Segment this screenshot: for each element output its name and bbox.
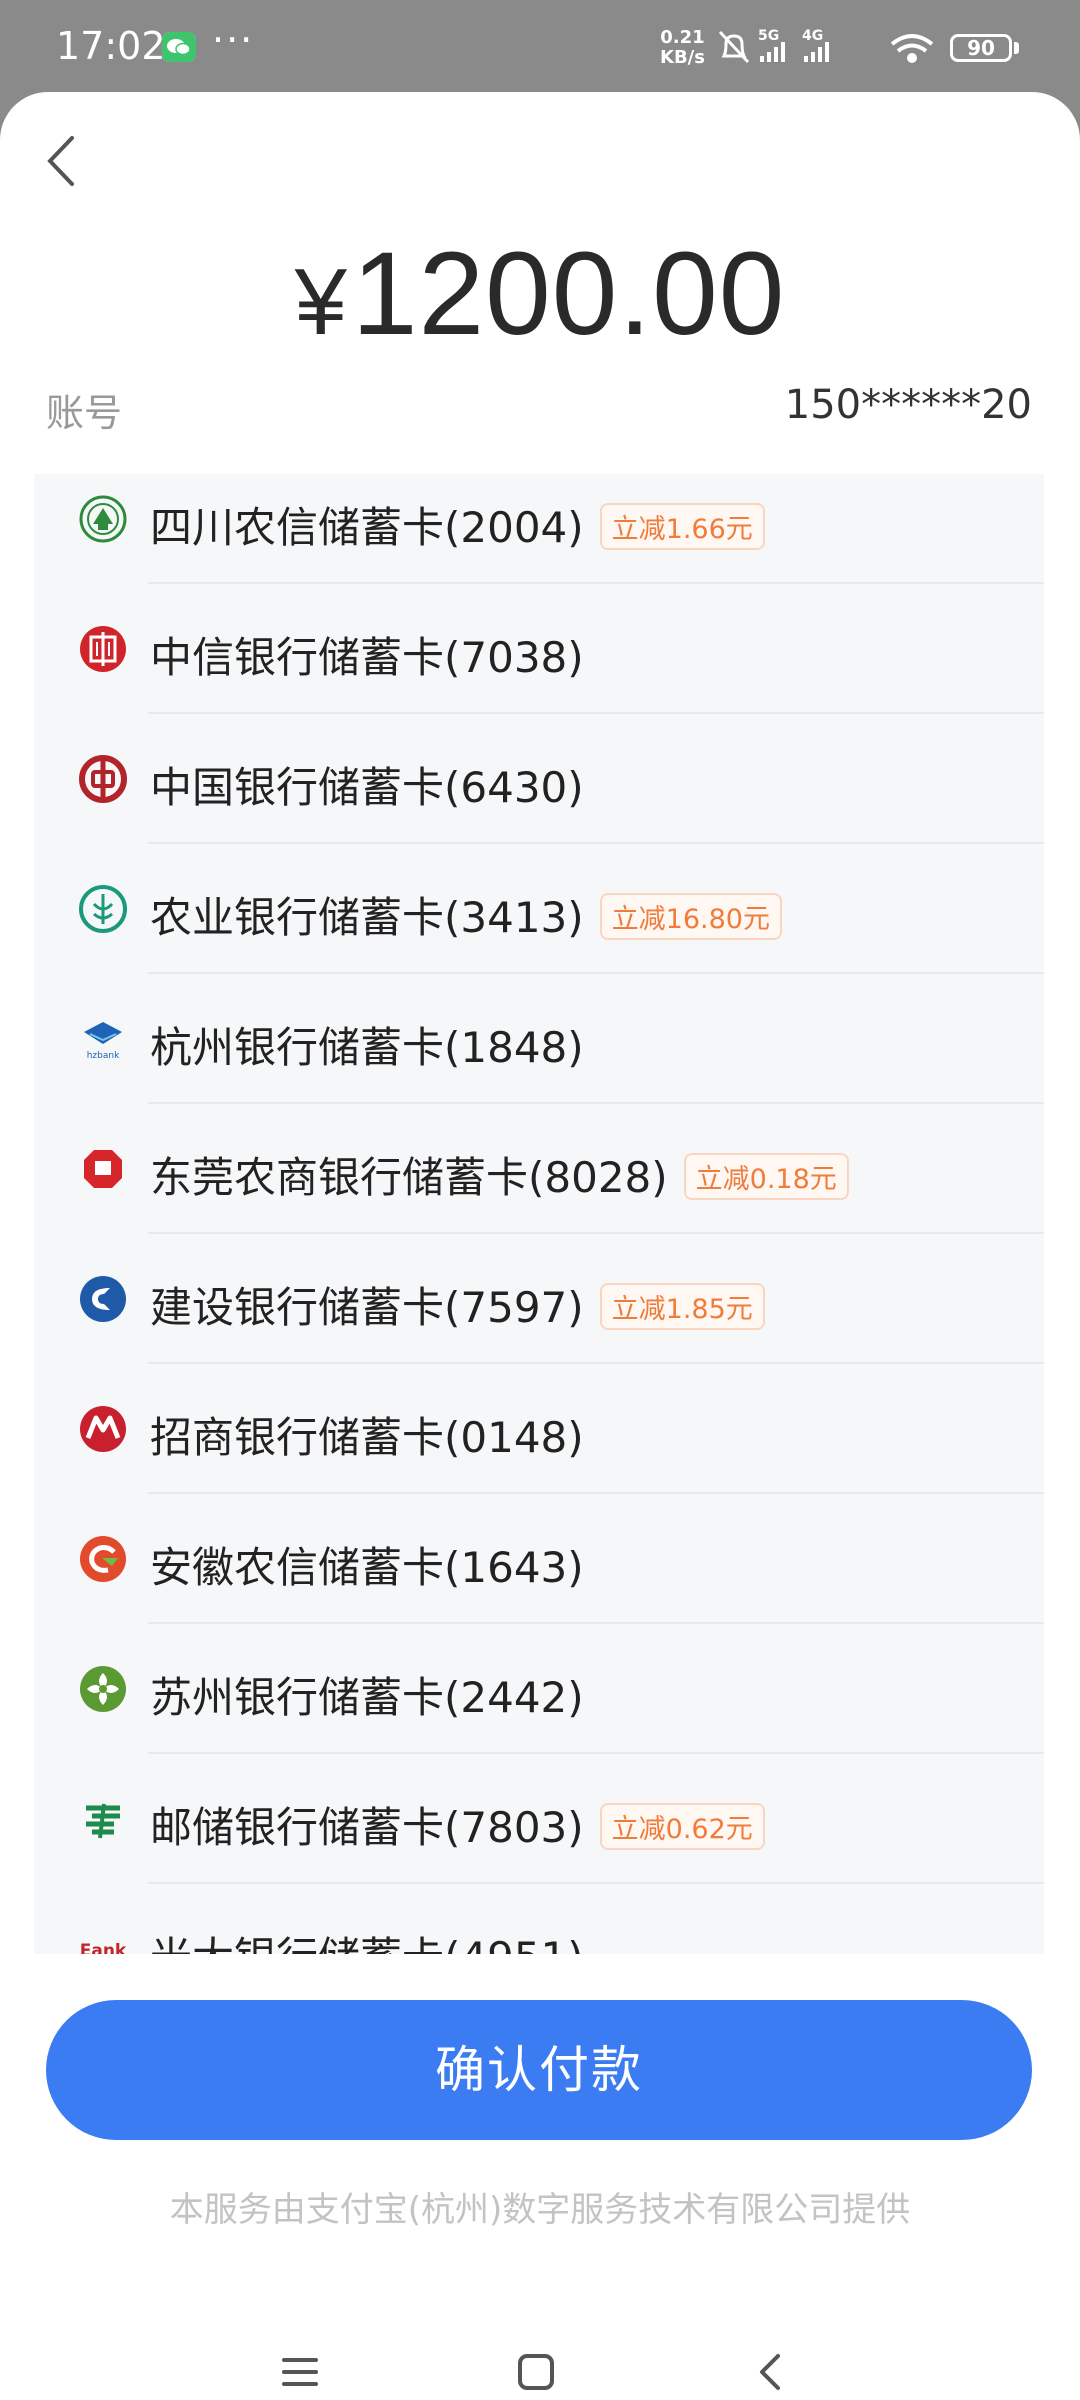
net-speed: 0.21 KB/s (660, 28, 705, 68)
status-time: 17:02 (56, 24, 166, 68)
back-button[interactable] (36, 126, 86, 196)
bank-option[interactable]: 农业银行储蓄卡(3413) 立减16.80元 (34, 844, 1044, 974)
bank-name: 光大银行储蓄卡(4951) (150, 1933, 584, 1954)
bank-name: 安徽农信储蓄卡(1643) (150, 1543, 584, 1592)
signal-4g-icon: 4G (802, 28, 829, 62)
bank-option[interactable]: 邮储银行储蓄卡(7803) 立减0.62元 (34, 1754, 1044, 1884)
bank-name: 苏州银行储蓄卡(2442) (150, 1673, 584, 1722)
amount-value: 1200.00 (351, 228, 786, 360)
bank-option[interactable]: 安徽农信储蓄卡(1643) (34, 1494, 1044, 1624)
bank-option[interactable]: 招商银行储蓄卡(0148) (34, 1364, 1044, 1494)
bank-option[interactable]: 中国银行储蓄卡(6430) (34, 714, 1044, 844)
cmb-logo (78, 1404, 128, 1454)
bank-name: 四川农信储蓄卡(2004) (150, 503, 584, 552)
service-provider-note: 本服务由支付宝(杭州)数字服务技术有限公司提供 (169, 2190, 911, 2230)
bank-option[interactable]: hzbank 杭州银行储蓄卡(1848) (34, 974, 1044, 1104)
abc-bank-logo (78, 884, 128, 934)
svg-text:4G: 4G (802, 28, 823, 44)
system-nav-bar (0, 2312, 1080, 2400)
ccb-logo (78, 1274, 128, 1324)
account-label: 账号 (46, 391, 123, 435)
bank-name: 招商银行储蓄卡(0148) (150, 1413, 584, 1462)
account-value: 150******20 (784, 382, 1032, 428)
bank-option[interactable]: 四川农信储蓄卡(2004) 立减1.66元 (34, 474, 1044, 584)
hangzhou-bank-logo: hzbank (78, 1014, 128, 1064)
payment-sheet: ¥1200.00 账号 150******20 四川农信储蓄卡(2004) 立减1… (0, 92, 1080, 2400)
bank-name: 中国银行储蓄卡(6430) (150, 763, 584, 812)
confirm-payment-button[interactable]: 确认付款 (46, 2000, 1032, 2140)
bank-option[interactable]: 东莞农商银行储蓄卡(8028) 立减0.18元 (34, 1104, 1044, 1234)
bank-option[interactable]: 中信银行储蓄卡(7038) (34, 584, 1044, 714)
net-speed-unit: KB/s (660, 47, 705, 68)
discount-badge: 立减0.62元 (599, 1803, 765, 1850)
sichuan-rural-credit-logo (78, 494, 128, 544)
bank-option[interactable]: 苏州银行储蓄卡(2442) (34, 1624, 1044, 1754)
discount-badge: 立减1.66元 (599, 503, 765, 550)
bank-name: 农业银行储蓄卡(3413) (150, 893, 584, 942)
suzhou-bank-logo (78, 1664, 128, 1714)
psbc-logo (78, 1794, 128, 1844)
status-bar: 17:02 ··· 0.21 KB/s 5G 4G 90 (0, 0, 1080, 92)
mute-bell-icon (718, 30, 750, 64)
bank-option[interactable]: Eank 光大银行储蓄卡(4951) (34, 1884, 1044, 1954)
home-square-icon[interactable] (506, 2342, 566, 2400)
bank-name: 建设银行储蓄卡(7597) (150, 1283, 584, 1332)
discount-badge: 立减1.85元 (599, 1283, 765, 1330)
anhui-rural-credit-logo (78, 1534, 128, 1584)
menu-icon[interactable] (270, 2342, 330, 2400)
bank-of-china-logo (78, 754, 128, 804)
status-icons: 5G 4G (716, 26, 946, 70)
svg-text:hzbank: hzbank (87, 1051, 120, 1061)
more-notifications-icon: ··· (212, 18, 255, 62)
payment-amount: ¥1200.00 (0, 226, 1080, 362)
citic-bank-logo (78, 624, 128, 674)
battery-tip (1014, 42, 1019, 54)
wechat-icon (162, 32, 196, 62)
bank-option[interactable]: 建设银行储蓄卡(7597) 立减1.85元 (34, 1234, 1044, 1364)
bank-card-list[interactable]: 四川农信储蓄卡(2004) 立减1.66元 中信银行储蓄卡(7038) 中国银行储… (34, 474, 1044, 1954)
ceb-logo: Eank (78, 1924, 128, 1954)
dongguan-rural-bank-logo (78, 1144, 128, 1194)
currency-symbol: ¥ (294, 249, 348, 354)
discount-badge: 立减0.18元 (683, 1153, 849, 1200)
bank-name: 中信银行储蓄卡(7038) (150, 633, 584, 682)
bank-name: 邮储银行储蓄卡(7803) (150, 1803, 584, 1852)
discount-badge: 立减16.80元 (599, 893, 782, 940)
svg-text:Eank: Eank (80, 1941, 127, 1954)
chevron-left-icon (47, 136, 74, 186)
svg-text:5G: 5G (758, 28, 779, 44)
net-speed-value: 0.21 (660, 27, 705, 48)
nav-back-icon[interactable] (740, 2342, 800, 2400)
battery-icon: 90 (950, 34, 1012, 62)
bank-name: 东莞农商银行储蓄卡(8028) (150, 1153, 668, 1202)
signal-5g-icon: 5G (758, 28, 785, 62)
wifi-icon (890, 34, 934, 63)
bank-name: 杭州银行储蓄卡(1848) (150, 1023, 584, 1072)
